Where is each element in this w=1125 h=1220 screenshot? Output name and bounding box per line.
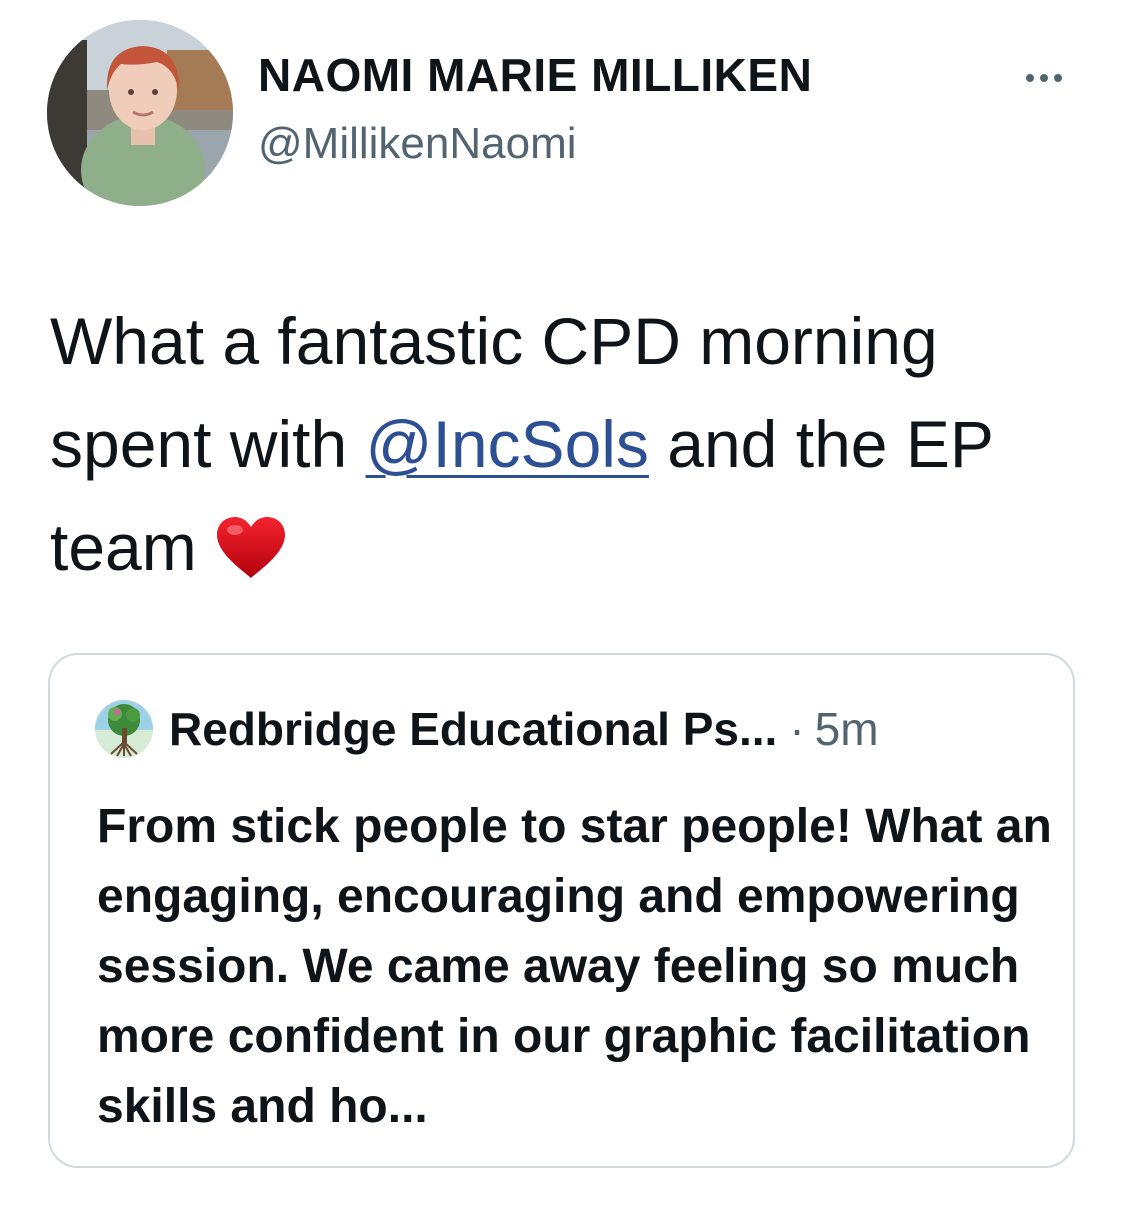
mention-link[interactable]: @IncSols <box>366 407 649 481</box>
quoted-tweet-card[interactable]: Redbridge Educational Ps... · 5m From st… <box>48 653 1075 1168</box>
tree-logo-icon <box>95 700 153 758</box>
separator-dot: · <box>789 703 805 755</box>
dot <box>1026 74 1034 82</box>
quoted-tweet-text: From stick people to star people! What a… <box>97 800 1052 1133</box>
avatar-photo <box>47 20 233 206</box>
dot <box>1054 74 1062 82</box>
author-handle[interactable]: @MillikenNaomi <box>258 122 577 166</box>
quoted-author-name[interactable]: Redbridge Educational Ps... <box>169 702 777 756</box>
author-display-name[interactable]: NAOMI MARIE MILLIKEN <box>258 52 812 98</box>
heart-emoji <box>215 506 287 609</box>
author-avatar[interactable] <box>47 20 233 206</box>
dot <box>1040 74 1048 82</box>
quoted-timestamp[interactable]: 5m <box>815 702 879 756</box>
quoted-author-avatar[interactable] <box>95 700 153 758</box>
more-options-icon[interactable] <box>1012 58 1076 98</box>
quoted-tweet-header: Redbridge Educational Ps... · 5m <box>95 700 879 758</box>
tweet-body: What a fantastic CPD morning spent with … <box>50 290 1080 609</box>
